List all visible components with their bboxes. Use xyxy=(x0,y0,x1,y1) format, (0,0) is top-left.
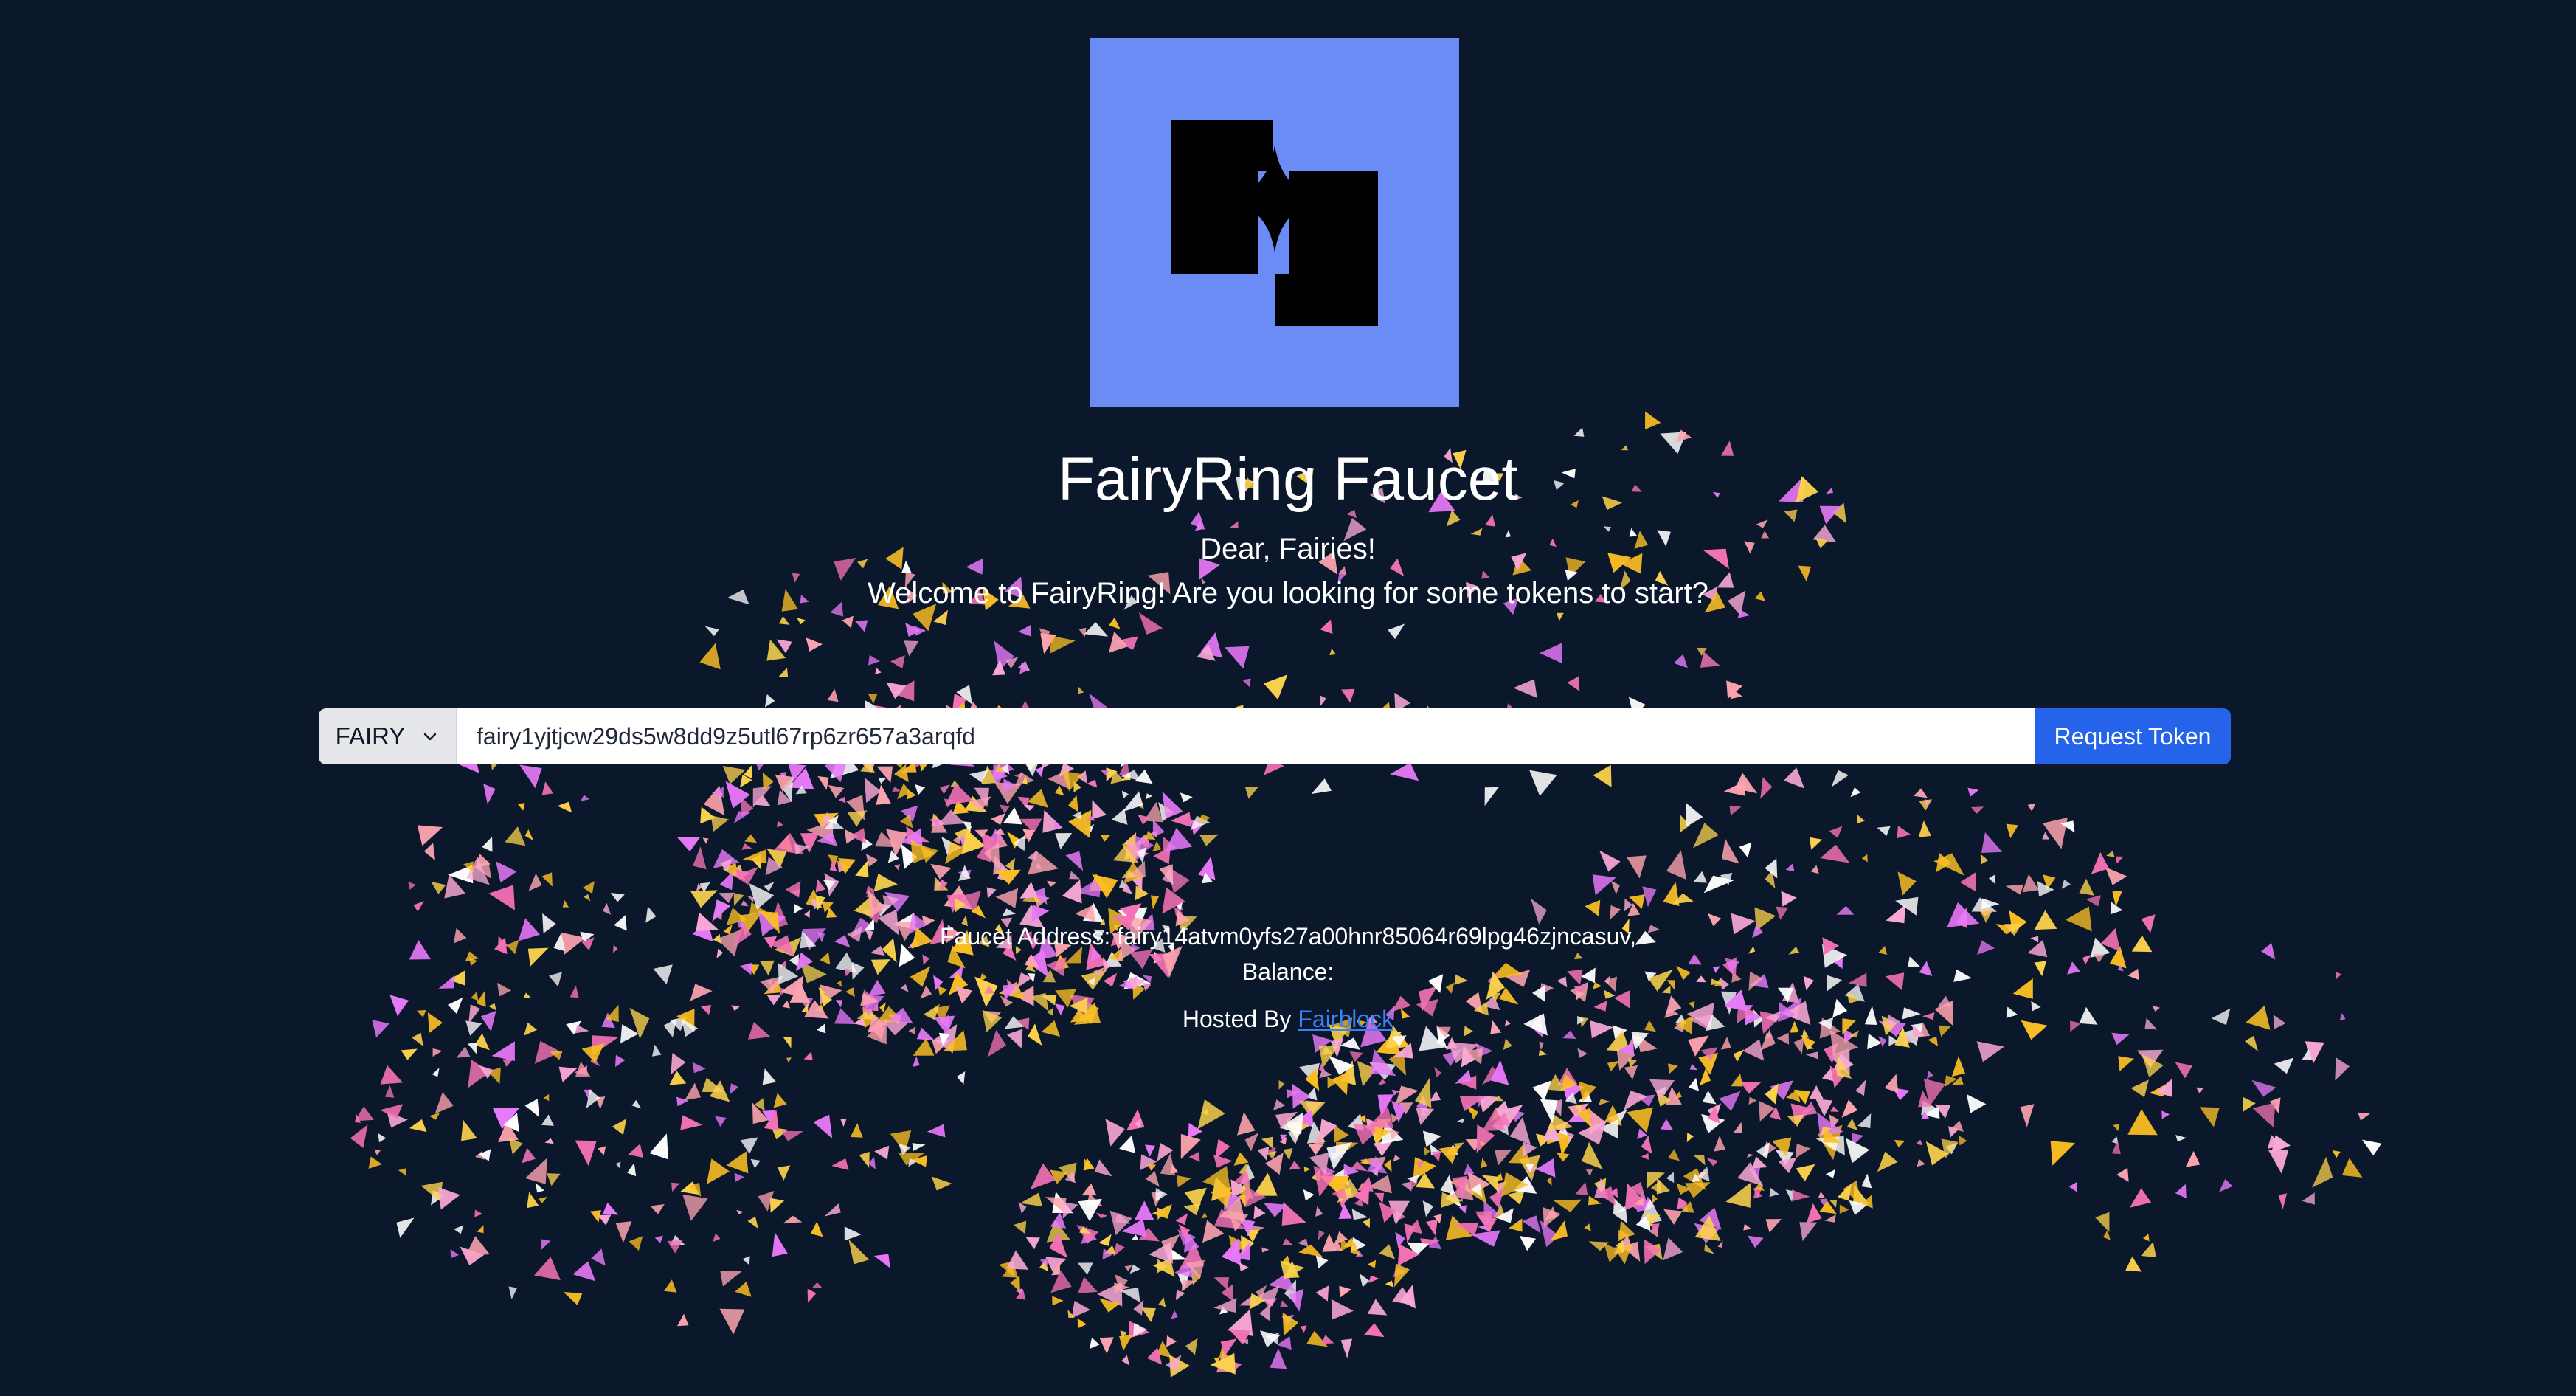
greeting-text: Dear, Fairies! xyxy=(1200,533,1376,565)
fairyring-logo-icon xyxy=(1171,120,1378,326)
faucet-balance: Balance: xyxy=(1242,958,1334,985)
request-token-button[interactable]: Request Token xyxy=(2035,708,2231,764)
welcome-text: Welcome to FairyRing! Are you looking fo… xyxy=(868,577,1708,609)
hosted-by: Hosted By Fairblock xyxy=(0,1002,2576,1036)
request-form: FAIRY Request Token xyxy=(319,708,2231,764)
denom-select-label: FAIRY xyxy=(335,722,406,750)
faucet-page: FairyRing Faucet Dear, Fairies! Welcome … xyxy=(0,0,2576,1396)
address-input[interactable] xyxy=(457,708,2035,764)
fairblock-link[interactable]: Fairblock xyxy=(1298,1006,1393,1032)
page-title: FairyRing Faucet xyxy=(1057,446,1519,513)
faucet-address: Faucet Address: fairy14atvm0yfs27a00hnr8… xyxy=(940,923,1636,950)
chevron-down-icon xyxy=(424,733,437,741)
fairyring-logo xyxy=(1090,38,1459,407)
denom-select[interactable]: FAIRY xyxy=(319,708,457,764)
hosted-by-label: Hosted By xyxy=(1182,1006,1292,1032)
